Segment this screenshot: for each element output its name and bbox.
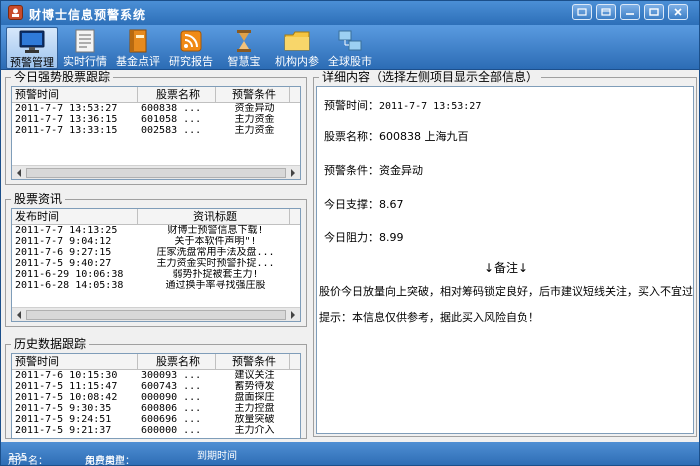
table-row[interactable]: 2011-7-7 13:36:15 601058 ... 主力资金 [12, 114, 300, 125]
maximize-button[interactable] [644, 4, 664, 20]
history-header: 预警时间 股票名称 预警条件 [12, 354, 300, 370]
rss-icon [176, 28, 206, 54]
scroll-thumb[interactable] [26, 310, 286, 320]
book-icon [123, 28, 153, 54]
detail-content[interactable]: 预警时间：2011-7-7 13:53:27 股票名称：600838 上海九百 … [316, 86, 694, 434]
col-alert-condition[interactable]: 预警条件 [216, 87, 290, 102]
list-item[interactable]: 2011-7-6 9:27:15 庄家洗盘常用手法及盘... [12, 247, 300, 258]
list-item[interactable]: 2011-7-7 9:04:12 关于本软件声明"! [12, 236, 300, 247]
toolbar-realtime-quotes[interactable]: 实时行情 [59, 27, 111, 69]
document-icon [70, 28, 100, 54]
toolbar-institution-reference[interactable]: 机构内参 [271, 27, 323, 69]
col-stock-name[interactable]: 股票名称 [138, 87, 216, 102]
table-row[interactable]: 2011-7-5 10:08:42 000090 ... 盘面探庄 [12, 392, 300, 403]
toolbar-research-report[interactable]: 研究报告 [165, 27, 217, 69]
strong-stock-list[interactable]: 预警时间 股票名称 预警条件 2011-7-7 13:53:27 600838 .… [11, 86, 301, 180]
stock-news-scrollbar[interactable] [12, 307, 300, 321]
detail-note: 股价今日放量向上突破，相对筹码锁定良好，后市建议短线关注，买入不宜过多 [319, 285, 694, 298]
minimize-button[interactable] [620, 4, 640, 20]
detail-stock-name: 股票名称：600838 上海九百 [324, 130, 469, 143]
col-stock-name[interactable]: 股票名称 [138, 354, 216, 369]
scroll-right-icon[interactable] [287, 309, 299, 321]
list-item[interactable]: 2011-6-29 10:06:38 弱势扑捉被套主力! [12, 269, 300, 280]
stock-news-header: 发布时间 资讯标题 [12, 209, 300, 225]
table-row[interactable]: 2011-7-5 9:21:37 600000 ... 主力介入 [12, 425, 300, 436]
history-list[interactable]: 预警时间 股票名称 预警条件 2011-7-6 10:15:30 300093 .… [11, 353, 301, 439]
restore-button[interactable] [572, 4, 592, 20]
history-title: 历史数据跟踪 [11, 337, 90, 352]
history-panel: 历史数据跟踪 预警时间 股票名称 预警条件 2011-7-6 10:15:30 3… [5, 337, 307, 439]
strong-stock-title: 今日强势股票跟踪 [11, 70, 114, 85]
folder-icon [282, 28, 312, 54]
strong-stock-header: 预警时间 股票名称 预警条件 [12, 87, 300, 103]
col-alert-time[interactable]: 预警时间 [12, 354, 138, 369]
strong-stock-scrollbar[interactable] [12, 165, 300, 179]
list-item[interactable]: 2011-6-28 14:05:38 通过换手率寻找强庄股 [12, 280, 300, 291]
scroll-right-icon[interactable] [287, 167, 299, 179]
list-item[interactable]: 2011-7-5 9:40:27 主力资金实时预警扑捉... [12, 258, 300, 269]
list-item[interactable]: 2011-7-7 14:13:25 财博士预警信息下载! [12, 225, 300, 236]
toolbar: 预警管理 实时行情 基金点评 研究报告 智慧宝 机构内参 全球股市 [1, 25, 699, 70]
scroll-thumb[interactable] [26, 168, 286, 178]
app-logo-icon [8, 5, 23, 20]
close-button[interactable] [668, 4, 688, 20]
col-alert-time[interactable]: 预警时间 [12, 87, 138, 102]
table-row[interactable]: 2011-7-7 13:53:27 600838 ... 资金异动 [12, 103, 300, 114]
col-publish-time[interactable]: 发布时间 [12, 209, 138, 224]
detail-resistance: 今日阻力：8.99 [324, 231, 404, 244]
detail-remark-heading: ↓备注↓ [483, 261, 529, 275]
monitor-icon [17, 29, 47, 55]
table-row[interactable]: 2011-7-5 9:30:35 600806 ... 主力控盘 [12, 403, 300, 414]
detail-support: 今日支撑：8.67 [324, 198, 404, 211]
scroll-left-icon[interactable] [13, 309, 25, 321]
toolbar-fund-review[interactable]: 基金点评 [112, 27, 164, 69]
network-icon [335, 28, 365, 54]
window-title: 财博士信息预警系统 [29, 8, 147, 22]
scroll-left-icon[interactable] [13, 167, 25, 179]
toolbar-wisdom-treasure[interactable]: 智慧宝 [218, 27, 270, 69]
table-row[interactable]: 2011-7-7 13:33:15 002583 ... 主力资金 [12, 125, 300, 136]
stock-news-panel: 股票资讯 发布时间 资讯标题 2011-7-7 14:13:25 财博士预警信息下… [5, 192, 307, 327]
skin-button[interactable] [596, 4, 616, 20]
app-window: 财博士信息预警系统 预警管理 实时行情 基金点评 研究报告 智慧宝 机构内参 全… [0, 0, 700, 466]
detail-alert-condition: 预警条件：资金异动 [324, 164, 423, 177]
toolbar-alert-management[interactable]: 预警管理 [6, 27, 58, 69]
table-row[interactable]: 2011-7-5 9:24:51 600696 ... 放量突破 [12, 414, 300, 425]
col-news-title[interactable]: 资讯标题 [138, 209, 290, 224]
status-bar: 用户名： 235 用户类型： 免费用户 到期时间 [1, 442, 699, 465]
detail-title: 详细内容（选择左侧项目显示全部信息） [319, 70, 542, 85]
detail-panel: 详细内容（选择左侧项目显示全部信息） 预警时间：2011-7-7 13:53:2… [313, 70, 697, 437]
stock-news-list[interactable]: 发布时间 资讯标题 2011-7-7 14:13:25 财博士预警信息下载! 20… [11, 208, 301, 322]
title-bar: 财博士信息预警系统 [1, 1, 699, 25]
stock-news-title: 股票资讯 [11, 192, 66, 207]
status-expire-time: 到期时间 [197, 451, 237, 462]
strong-stock-panel: 今日强势股票跟踪 预警时间 股票名称 预警条件 2011-7-7 13:53:2… [5, 70, 307, 185]
detail-alert-time: 预警时间：2011-7-7 13:53:27 [324, 99, 482, 112]
table-row[interactable]: 2011-7-5 11:15:47 600743 ... 蓄势待发 [12, 381, 300, 392]
col-alert-condition[interactable]: 预警条件 [216, 354, 290, 369]
detail-tip: 提示：本信息仅供参考，据此买入风险自负！ [319, 311, 539, 324]
hourglass-icon [229, 28, 259, 54]
toolbar-global-markets[interactable]: 全球股市 [324, 27, 376, 69]
table-row[interactable]: 2011-7-6 10:15:30 300093 ... 建议关注 [12, 370, 300, 381]
